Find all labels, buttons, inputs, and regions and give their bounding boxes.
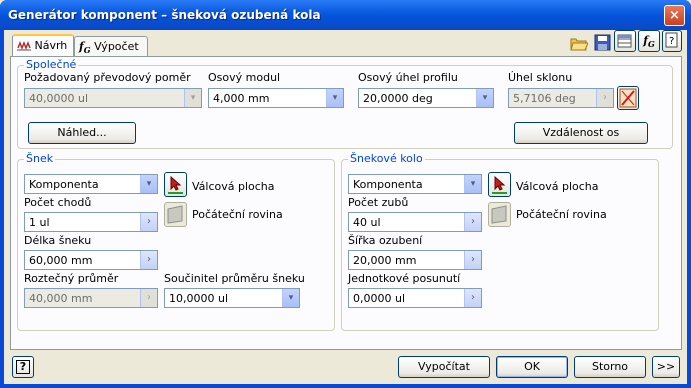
- chevron-right-icon[interactable]: ›: [140, 251, 157, 269]
- helix-angle-value: 5,7106 deg: [513, 92, 576, 105]
- common-legend: Společné: [24, 58, 79, 71]
- worm-cylindrical-button[interactable]: [164, 172, 187, 197]
- chevron-right-icon[interactable]: ›: [140, 213, 157, 231]
- preview-button[interactable]: Náhled...: [28, 122, 136, 144]
- chevron-down-icon: ▾: [184, 89, 201, 107]
- worm-type-value: Komponenta: [29, 178, 99, 191]
- chevron-right-icon: ›: [596, 89, 613, 107]
- tab-design[interactable]: Návrh: [12, 34, 74, 58]
- tab-calculation-label: Výpočet: [94, 40, 139, 53]
- helix-select-button[interactable]: [617, 86, 639, 110]
- worm-pitch-diameter-field: 40,000 mm ›: [24, 288, 158, 308]
- wheel-cylindrical-label: Válcová plocha: [516, 180, 599, 193]
- wheel-face-width-value: 20,000 mm: [353, 254, 417, 267]
- wheel-shift-value: 0,0000 ul: [353, 292, 406, 305]
- worm-type-select[interactable]: Komponenta ▾: [24, 174, 158, 194]
- window-title: Generátor komponent – šneková ozubená ko…: [8, 8, 321, 22]
- help-book-icon: ?: [665, 32, 678, 48]
- helix-angle-field: 5,7106 deg ›: [508, 88, 614, 108]
- pressure-angle-value: 20,0000 deg: [363, 92, 433, 105]
- help-button[interactable]: ?: [12, 356, 34, 378]
- chevron-right-icon[interactable]: ›: [464, 251, 481, 269]
- wheel-shift-field[interactable]: 0,0000 ul ›: [348, 288, 482, 308]
- worm-plane-label: Počáteční rovina: [192, 208, 283, 221]
- chevron-down-icon[interactable]: ▾: [282, 289, 299, 307]
- worm-length-label: Délka šneku: [24, 234, 92, 247]
- function-icon: fG: [643, 34, 655, 50]
- svg-text:?: ?: [669, 36, 674, 47]
- wheel-type-select[interactable]: Komponenta ▾: [348, 174, 482, 194]
- help-icon: ?: [16, 360, 30, 374]
- worm-legend: Šnek: [24, 152, 56, 165]
- module-select[interactable]: 4,000 mm ▾: [208, 88, 344, 108]
- module-value: 4,000 mm: [213, 92, 270, 105]
- chevron-right-icon: ›: [140, 289, 157, 307]
- worm-diameter-factor-select[interactable]: 10,0000 ul ▾: [164, 288, 300, 308]
- worm-starts-label: Počet chodů: [24, 196, 92, 209]
- title-bar[interactable]: Generátor komponent – šneková ozubená ko…: [0, 0, 691, 30]
- pressure-angle-label: Osový úhel profilu: [358, 71, 458, 84]
- wheel-legend: Šnekové kolo: [348, 152, 425, 165]
- tab-design-label: Návrh: [34, 39, 68, 52]
- wheel-teeth-value: 40 ul: [353, 216, 381, 229]
- wheel-teeth-label: Počet zubů: [348, 196, 409, 209]
- wheel-shift-label: Jednotkové posunutí: [348, 272, 461, 285]
- helix-angle-label: Úhel sklonu: [508, 71, 573, 84]
- function-button[interactable]: fG: [638, 30, 660, 52]
- ok-button[interactable]: OK: [496, 356, 568, 378]
- more-button[interactable]: >>: [652, 356, 680, 378]
- worm-diameter-factor-value: 10,0000 ul: [169, 292, 229, 305]
- worm-pitch-diameter-value: 40,000 mm: [29, 292, 93, 305]
- center-distance-button[interactable]: Vzdálenost os: [514, 122, 648, 144]
- tab-calculation[interactable]: fG Výpočet: [74, 36, 148, 57]
- wheel-cylindrical-button[interactable]: [488, 172, 511, 197]
- wheel-face-width-field[interactable]: 20,000 mm ›: [348, 250, 482, 270]
- wheel-group: Šnekové kolo Komponenta ▾ Válcová plocha…: [341, 152, 659, 331]
- function-icon: fG: [79, 40, 91, 56]
- cancel-button[interactable]: Storno: [574, 356, 646, 378]
- worm-plane-button: [164, 202, 187, 227]
- dialog-client: Návrh fG Výpočet fG ? Společné Požadovan…: [4, 30, 687, 384]
- save-icon[interactable]: [594, 34, 612, 52]
- chevron-down-icon[interactable]: ▾: [476, 89, 493, 107]
- ratio-value: 40,0000 ul: [29, 92, 89, 105]
- common-group: Společné Požadovaný převodový poměr 40,0…: [17, 58, 673, 149]
- close-button[interactable]: ×: [664, 5, 685, 26]
- chevron-down-icon[interactable]: ▾: [140, 175, 157, 193]
- parameters-button[interactable]: [614, 30, 636, 52]
- worm-length-field[interactable]: 60,000 mm ›: [24, 250, 158, 270]
- worm-length-value: 60,000 mm: [29, 254, 93, 267]
- worm-group: Šnek Komponenta ▾ Válcová plocha Počet c…: [17, 152, 335, 331]
- wheel-type-value: Komponenta: [353, 178, 423, 191]
- chevron-down-icon[interactable]: ▾: [464, 175, 481, 193]
- design-panel: Společné Požadovaný převodový poměr 40,0…: [10, 56, 682, 350]
- pressure-angle-select[interactable]: 20,0000 deg ▾: [358, 88, 494, 108]
- ratio-field: 40,0000 ul ▾: [24, 88, 202, 108]
- worm-diameter-factor-label: Součinitel průměru šneku: [164, 272, 305, 285]
- wheel-teeth-field[interactable]: 40 ul ›: [348, 212, 482, 232]
- plane-disabled-icon: [167, 205, 183, 224]
- chevron-down-icon[interactable]: ▾: [326, 89, 343, 107]
- worm-cylindrical-label: Válcová plocha: [192, 180, 275, 193]
- worm-starts-value: 1 ul: [29, 216, 50, 229]
- wheel-plane-label: Počáteční rovina: [516, 208, 607, 221]
- select-arrow-icon: [168, 175, 183, 194]
- wheel-face-width-label: Šířka ozubení: [348, 234, 423, 247]
- open-folder-icon[interactable]: [570, 34, 588, 52]
- select-arrow-icon: [492, 175, 507, 194]
- chevron-right-icon[interactable]: ›: [464, 213, 481, 231]
- chevron-right-icon[interactable]: ›: [464, 289, 481, 307]
- wheel-plane-button: [488, 202, 511, 227]
- worm-pitch-diameter-label: Roztečný průměr: [24, 272, 119, 285]
- help-topics-button[interactable]: ?: [662, 30, 682, 52]
- dialog-window: Generátor komponent – šneková ozubená ko…: [0, 0, 691, 388]
- module-label: Osový modul: [208, 71, 281, 84]
- worm-starts-field[interactable]: 1 ul ›: [24, 212, 158, 232]
- gear-design-icon: [17, 40, 31, 51]
- plane-disabled-icon: [491, 205, 507, 224]
- calculate-button[interactable]: Vypočítat: [398, 356, 490, 378]
- table-icon: [617, 34, 632, 48]
- ratio-label: Požadovaný převodový poměr: [24, 71, 191, 84]
- pencil-cross-icon: [619, 88, 637, 108]
